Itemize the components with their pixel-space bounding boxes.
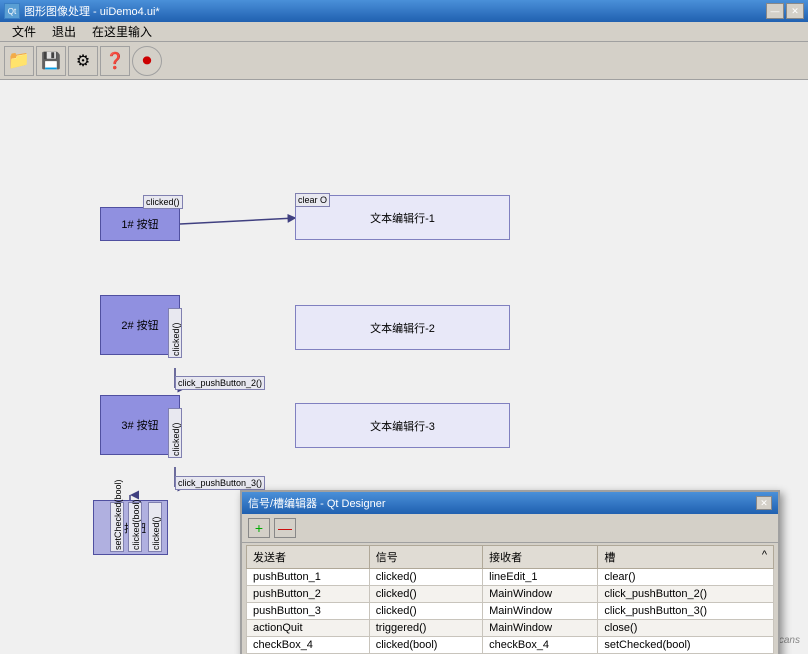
col-slot: 槽 ^ (598, 546, 774, 569)
clicked-label-3: clicked() (168, 408, 182, 458)
line-edit-1-label: 文本编辑行-1 (370, 210, 435, 226)
remove-connection-button[interactable]: — (274, 518, 296, 538)
col-receiver: 接收者 (483, 546, 598, 569)
remove-icon: — (278, 520, 292, 536)
line-edit-2: 文本编辑行-2 (295, 305, 510, 350)
table-row[interactable]: pushButton_3clicked()MainWindowclick_pus… (247, 603, 774, 620)
table-row[interactable]: pushButton_1clicked()lineEdit_1clear() (247, 569, 774, 586)
menu-input[interactable]: 在这里输入 (84, 21, 160, 42)
clicked-label-4: clicked() (148, 502, 162, 552)
table-cell: pushButton_2 (247, 586, 370, 603)
line-edit-3-label: 文本编辑行-3 (370, 418, 435, 434)
title-bar-controls[interactable]: — ✕ (766, 3, 804, 19)
settings-button[interactable]: ⚙ (68, 46, 98, 76)
set-checked-label: setChecked(bool) (110, 502, 124, 552)
open-button[interactable]: 📁 (4, 46, 34, 76)
table-cell: pushButton_3 (247, 603, 370, 620)
menu-file[interactable]: 文件 (4, 21, 44, 42)
table-cell: checkBox_4 (247, 637, 370, 654)
stop-button[interactable]: ⏺ (132, 46, 162, 76)
save-button[interactable]: 💾 (36, 46, 66, 76)
table-cell: clicked() (369, 586, 482, 603)
add-icon: + (255, 520, 263, 536)
title-bar: Qt 图形图像处理 - uiDemo4.ui* — ✕ (0, 0, 808, 22)
table-cell: pushButton_1 (247, 569, 370, 586)
col-signal: 信号 (369, 546, 482, 569)
table-cell: click_pushButton_2() (598, 586, 774, 603)
click-pushbutton-3-label: click_pushButton_3() (175, 476, 265, 490)
clicked-label-2: clicked() (168, 308, 182, 358)
dialog-close-button[interactable]: ✕ (756, 496, 772, 510)
minimize-button[interactable]: — (766, 3, 784, 19)
table-cell: MainWindow (483, 586, 598, 603)
connections-table-container[interactable]: 发送者 信号 接收者 槽 ^ pushButton_1clicked()line… (246, 545, 774, 654)
table-cell: setChecked(bool) (598, 637, 774, 654)
table-cell: clicked(bool) (369, 637, 482, 654)
menu-bar: 文件 退出 在这里输入 (0, 22, 808, 42)
table-row[interactable]: pushButton_2clicked()MainWindowclick_pus… (247, 586, 774, 603)
app-icon: Qt (4, 3, 20, 19)
table-cell: lineEdit_1 (483, 569, 598, 586)
click-pushbutton-2-label: click_pushButton_2() (175, 376, 265, 390)
menu-quit[interactable]: 退出 (44, 21, 84, 42)
table-cell: checkBox_4 (483, 637, 598, 654)
window-title: 图形图像处理 - uiDemo4.ui* (24, 3, 160, 19)
table-cell: clicked() (369, 603, 482, 620)
pushbutton-3-label: 3# 按钮 (121, 417, 158, 433)
pushbutton-2-label: 2# 按钮 (121, 317, 158, 333)
help-button[interactable]: ❓ (100, 46, 130, 76)
table-cell: clicked() (369, 569, 482, 586)
close-button[interactable]: ✕ (786, 3, 804, 19)
pushbutton-1-label: 1# 按钮 (121, 216, 158, 232)
col-sender: 发送者 (247, 546, 370, 569)
line-edit-2-label: 文本编辑行-2 (370, 320, 435, 336)
table-row[interactable]: checkBox_4clicked(bool)checkBox_4setChec… (247, 637, 774, 654)
clear-label-1: clear O (295, 193, 330, 207)
signal-slot-dialog: 信号/槽编辑器 - Qt Designer ✕ + — 发送者 信号 接收者 槽… (240, 490, 780, 654)
title-bar-left: Qt 图形图像处理 - uiDemo4.ui* (4, 3, 160, 19)
connections-table: 发送者 信号 接收者 槽 ^ pushButton_1clicked()line… (246, 545, 774, 654)
clicked-bool-label: clicked(bool) (128, 502, 142, 552)
add-connection-button[interactable]: + (248, 518, 270, 538)
dialog-title-text: 信号/槽编辑器 - Qt Designer (248, 495, 386, 511)
pushbutton-1-block[interactable]: 1# 按钮 (100, 207, 180, 241)
line-edit-3: 文本编辑行-3 (295, 403, 510, 448)
dialog-title-bar: 信号/槽编辑器 - Qt Designer ✕ (242, 492, 778, 514)
toolbar: 📁 💾 ⚙ ❓ ⏺ (0, 42, 808, 80)
dialog-toolbar: + — (242, 514, 778, 543)
table-cell: clear() (598, 569, 774, 586)
clicked-label-1: clicked() (143, 195, 183, 209)
table-cell: MainWindow (483, 603, 598, 620)
main-canvas: 1# 按钮 clicked() 文本编辑行-1 clear O 2# 按钮 cl… (0, 80, 808, 654)
table-cell: click_pushButton_3() (598, 603, 774, 620)
